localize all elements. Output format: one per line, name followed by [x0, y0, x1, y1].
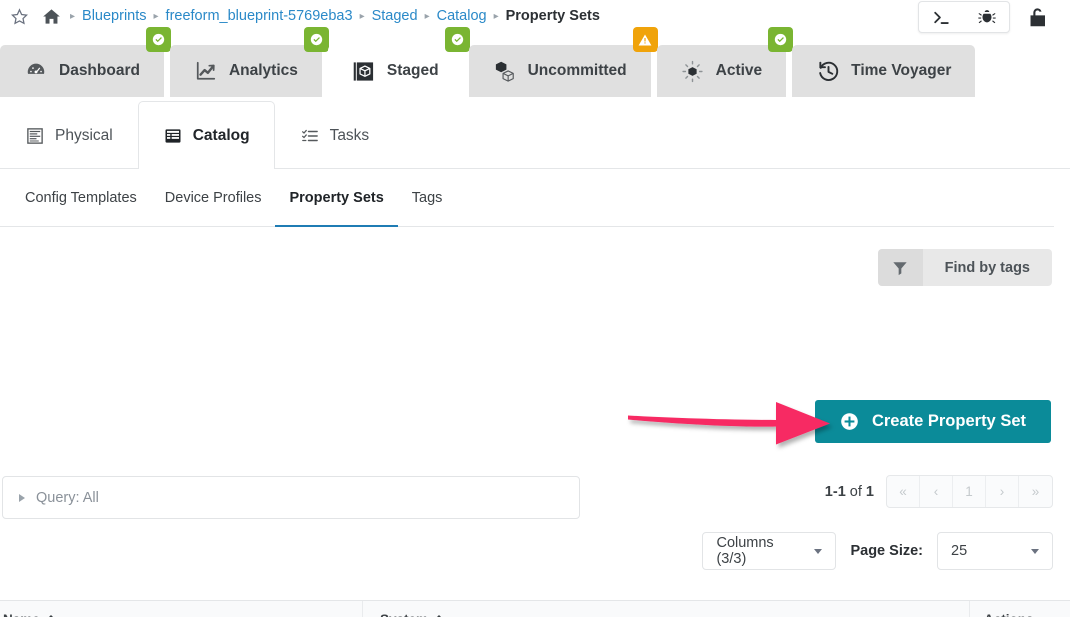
cube-active-icon: [681, 59, 705, 83]
bug-icon[interactable]: [964, 1, 1009, 33]
property-sets-table: Name System Actions data all sys: [0, 600, 1070, 617]
table-controls: Columns (3/3) Page Size: 25: [702, 532, 1053, 570]
sub-tab-label: Physical: [55, 126, 113, 144]
sub-tab-catalog[interactable]: Catalog: [137, 101, 275, 170]
sub-tab-tasks[interactable]: Tasks: [275, 101, 395, 169]
query-filter-bar[interactable]: Query: All: [2, 476, 580, 519]
table-header-row: Name System Actions: [0, 600, 1070, 617]
tab-time-voyager[interactable]: Time Voyager: [792, 45, 976, 97]
breadcrumb-separator: ▸: [70, 10, 76, 22]
pagination-buttons: « ‹ 1 › »: [886, 475, 1053, 508]
breadcrumb-separator: ▸: [359, 10, 365, 22]
tab-label: Active: [715, 62, 763, 79]
column-header-name[interactable]: Name: [0, 601, 362, 617]
find-by-tags-button[interactable]: Find by tags: [877, 249, 1052, 286]
terminal-icon[interactable]: [919, 1, 964, 33]
l3-tab-label: Property Sets: [289, 190, 384, 206]
tab-label: Dashboard: [59, 62, 140, 79]
column-header-label: Name: [3, 612, 40, 617]
status-badge-warning: [632, 27, 658, 52]
column-header-actions: Actions: [969, 601, 1070, 617]
filter-icon: [877, 249, 923, 286]
tab-label: Analytics: [228, 62, 298, 79]
application-window: ▸ Blueprints ▸ freeform_blueprint-5769eb…: [0, 0, 1070, 617]
pagination-of: of: [845, 483, 866, 500]
plus-circle-icon: [840, 412, 860, 432]
tab-active[interactable]: Active: [656, 27, 794, 97]
top-right-toolbar: [918, 1, 1052, 33]
pagination-range: 1-1 of 1: [825, 484, 874, 500]
sub-tab-label: Catalog: [192, 126, 250, 144]
cubes-icon: [493, 59, 517, 83]
pagination-last-button[interactable]: »: [1019, 476, 1052, 507]
pagination-page-1-button[interactable]: 1: [953, 476, 986, 507]
gauge-icon: [24, 59, 48, 83]
pagination-range-start: 1-1: [824, 483, 846, 500]
tab-label: Time Voyager: [851, 62, 952, 79]
cube-staged-icon: [352, 59, 376, 83]
find-by-tags-label: Find by tags: [922, 249, 1052, 286]
pagination: 1-1 of 1 « ‹ 1 › »: [825, 475, 1053, 508]
history-icon: [816, 59, 840, 83]
home-icon[interactable]: [39, 5, 63, 27]
sub-tab-label: Tasks: [329, 126, 370, 144]
breadcrumb-separator: ▸: [424, 10, 430, 22]
chart-line-icon: [194, 59, 218, 83]
unlock-icon[interactable]: [1022, 1, 1052, 33]
status-badge-ok: [303, 27, 329, 52]
pagination-first-button[interactable]: «: [887, 476, 920, 507]
create-property-set-button[interactable]: Create Property Set: [814, 400, 1051, 443]
tab-analytics[interactable]: Analytics: [169, 27, 329, 97]
l3-tab-label: Config Templates: [25, 190, 137, 206]
main-tab-bar: Dashboard Analytics Staged Uncommitted A…: [0, 27, 1070, 97]
tasks-icon: [300, 126, 320, 146]
sub-tab-physical[interactable]: Physical: [0, 101, 138, 169]
tab-uncommitted[interactable]: Uncommitted: [468, 27, 658, 97]
pagination-total: 1: [865, 483, 874, 500]
annotation-arrow: [628, 402, 830, 445]
page-size-value: 25: [951, 543, 968, 559]
page-size-selector[interactable]: 25: [937, 532, 1053, 570]
pagination-next-button[interactable]: ›: [986, 476, 1019, 507]
status-badge-ok: [444, 27, 470, 52]
columns-selector-label: Columns (3/3): [716, 535, 774, 567]
breadcrumb-item-staged[interactable]: Staged: [372, 8, 418, 24]
tab-device-profiles[interactable]: Device Profiles: [151, 169, 276, 227]
rack-icon: [25, 126, 45, 146]
breadcrumb-item-blueprints[interactable]: Blueprints: [82, 8, 146, 24]
column-header-system[interactable]: System: [362, 601, 969, 617]
content-panel: Physical Catalog Tasks Find by tags Conf…: [0, 97, 1070, 617]
favorite-star-icon[interactable]: [8, 5, 30, 27]
column-header-label: Actions: [984, 612, 1034, 617]
tab-dashboard[interactable]: Dashboard: [0, 27, 171, 97]
query-label: Query: All: [36, 489, 99, 506]
chevron-down-icon: [814, 548, 823, 554]
l3-tab-label: Tags: [411, 190, 443, 206]
tab-label: Uncommitted: [527, 62, 627, 79]
breadcrumb-separator: ▸: [153, 10, 159, 22]
catalog-icon: [163, 126, 183, 146]
status-badge-ok: [768, 27, 794, 52]
expand-triangle-icon: [19, 493, 25, 502]
property-sets-tab-bar: Config Templates Device Profiles Propert…: [0, 169, 1070, 227]
columns-selector[interactable]: Columns (3/3): [702, 532, 837, 570]
page-size-label: Page Size:: [850, 543, 923, 559]
tab-config-templates[interactable]: Config Templates: [11, 169, 151, 227]
l3-tab-label: Device Profiles: [164, 190, 262, 206]
tab-property-sets[interactable]: Property Sets: [275, 169, 399, 227]
pagination-prev-button[interactable]: ‹: [920, 476, 953, 507]
sub-tab-bar: Physical Catalog Tasks: [0, 97, 1070, 170]
breadcrumb-item-catalog[interactable]: Catalog: [437, 8, 487, 24]
chevron-down-icon: [1031, 548, 1039, 554]
tools-button-group: [918, 1, 1010, 33]
breadcrumb-separator: ▸: [493, 10, 499, 22]
column-header-label: System: [380, 612, 428, 617]
tab-tags[interactable]: Tags: [398, 169, 457, 227]
create-button-label: Create Property Set: [871, 412, 1026, 430]
breadcrumb-item-current: Property Sets: [505, 8, 600, 24]
breadcrumb-item-blueprint-id[interactable]: freeform_blueprint-5769eba3: [166, 8, 353, 24]
tab-label: Staged: [386, 62, 439, 79]
tab-staged[interactable]: Staged: [327, 27, 470, 97]
status-badge-ok: [145, 27, 171, 52]
